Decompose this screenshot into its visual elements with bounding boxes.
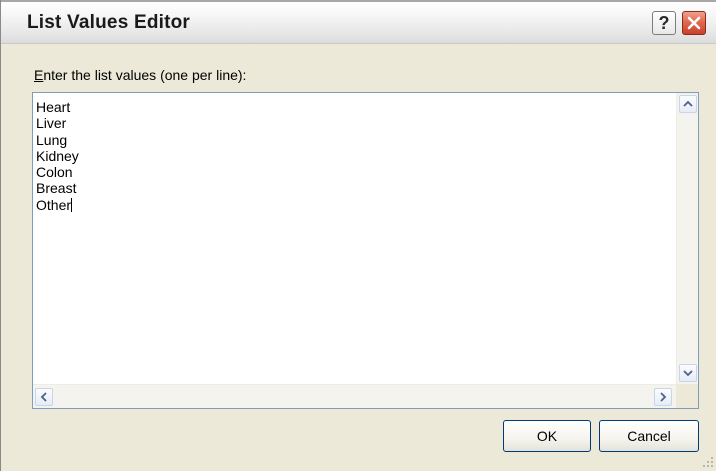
list-value-line: Heart bbox=[36, 99, 71, 115]
text-caret bbox=[71, 197, 73, 212]
scroll-right-button[interactable] bbox=[654, 388, 672, 406]
scroll-down-button[interactable] bbox=[679, 364, 697, 382]
list-value-line: Liver bbox=[36, 115, 67, 132]
scroll-left-button[interactable] bbox=[35, 388, 53, 406]
label-accelerator: E bbox=[34, 67, 44, 83]
list-value-line: Colon bbox=[36, 164, 73, 181]
cancel-button[interactable]: Cancel bbox=[599, 420, 699, 452]
close-icon bbox=[687, 16, 701, 30]
list-value-line: Breast bbox=[36, 180, 77, 197]
vertical-scrollbar[interactable] bbox=[676, 93, 698, 384]
resize-grip-icon[interactable] bbox=[701, 455, 715, 469]
list-value-line: Kidney bbox=[36, 147, 79, 164]
label-text: nter the list values (one per line): bbox=[43, 67, 247, 83]
scrollbar-corner bbox=[676, 384, 698, 408]
chevron-right-icon bbox=[660, 392, 667, 402]
list-value-line: Lung bbox=[36, 131, 68, 148]
list-values-label: Enter the list values (one per line): bbox=[34, 67, 246, 83]
help-icon: ? bbox=[658, 12, 670, 33]
chevron-up-icon bbox=[683, 100, 693, 107]
help-button[interactable]: ? bbox=[652, 11, 676, 35]
close-button[interactable] bbox=[682, 11, 706, 35]
list-values-textarea[interactable]: Heart Liver Lung Kidney Colon Breast Oth… bbox=[32, 92, 699, 409]
title-bar[interactable]: List Values Editor ? bbox=[1, 0, 716, 44]
list-values-editor-dialog: List Values Editor ? Enter the list valu… bbox=[0, 0, 716, 471]
ok-button[interactable]: OK bbox=[503, 420, 591, 452]
chevron-down-icon bbox=[683, 370, 693, 377]
list-values-content[interactable]: Heart Liver Lung Kidney Colon Breast Oth… bbox=[36, 99, 79, 213]
scroll-up-button[interactable] bbox=[679, 95, 697, 113]
horizontal-scrollbar[interactable] bbox=[33, 384, 676, 408]
list-value-line: Other bbox=[36, 196, 73, 213]
window-title: List Values Editor bbox=[27, 12, 191, 33]
chevron-left-icon bbox=[40, 392, 47, 402]
